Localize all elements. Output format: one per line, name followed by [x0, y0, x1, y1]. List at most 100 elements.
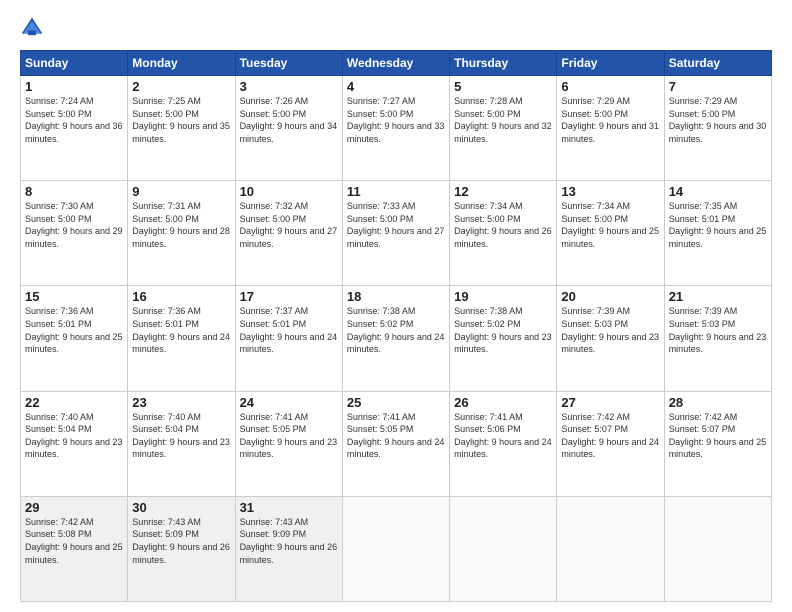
weekday-header: Wednesday	[342, 51, 449, 76]
calendar-cell: 17 Sunrise: 7:37 AMSunset: 5:01 PMDaylig…	[235, 286, 342, 391]
day-number: 18	[347, 289, 445, 304]
day-info: Sunrise: 7:42 AMSunset: 5:07 PMDaylight:…	[561, 412, 659, 460]
calendar-cell: 25 Sunrise: 7:41 AMSunset: 5:05 PMDaylig…	[342, 391, 449, 496]
day-info: Sunrise: 7:41 AMSunset: 5:05 PMDaylight:…	[347, 412, 445, 460]
day-info: Sunrise: 7:42 AMSunset: 5:08 PMDaylight:…	[25, 517, 123, 565]
calendar-cell: 2 Sunrise: 7:25 AMSunset: 5:00 PMDayligh…	[128, 76, 235, 181]
calendar-cell: 11 Sunrise: 7:33 AMSunset: 5:00 PMDaylig…	[342, 181, 449, 286]
day-info: Sunrise: 7:38 AMSunset: 5:02 PMDaylight:…	[347, 306, 445, 354]
calendar-table: SundayMondayTuesdayWednesdayThursdayFrid…	[20, 50, 772, 602]
day-number: 4	[347, 79, 445, 94]
calendar-cell: 23 Sunrise: 7:40 AMSunset: 5:04 PMDaylig…	[128, 391, 235, 496]
calendar-week-row: 15 Sunrise: 7:36 AMSunset: 5:01 PMDaylig…	[21, 286, 772, 391]
day-number: 5	[454, 79, 552, 94]
day-info: Sunrise: 7:31 AMSunset: 5:00 PMDaylight:…	[132, 201, 230, 249]
calendar-cell: 12 Sunrise: 7:34 AMSunset: 5:00 PMDaylig…	[450, 181, 557, 286]
calendar-cell: 29 Sunrise: 7:42 AMSunset: 5:08 PMDaylig…	[21, 496, 128, 601]
calendar-cell: 24 Sunrise: 7:41 AMSunset: 5:05 PMDaylig…	[235, 391, 342, 496]
day-number: 2	[132, 79, 230, 94]
day-info: Sunrise: 7:40 AMSunset: 5:04 PMDaylight:…	[132, 412, 230, 460]
calendar-cell: 1 Sunrise: 7:24 AMSunset: 5:00 PMDayligh…	[21, 76, 128, 181]
day-info: Sunrise: 7:30 AMSunset: 5:00 PMDaylight:…	[25, 201, 123, 249]
day-number: 16	[132, 289, 230, 304]
calendar-cell: 3 Sunrise: 7:26 AMSunset: 5:00 PMDayligh…	[235, 76, 342, 181]
day-info: Sunrise: 7:38 AMSunset: 5:02 PMDaylight:…	[454, 306, 552, 354]
day-number: 8	[25, 184, 123, 199]
header	[20, 16, 772, 40]
day-info: Sunrise: 7:29 AMSunset: 5:00 PMDaylight:…	[561, 96, 659, 144]
weekday-header: Sunday	[21, 51, 128, 76]
calendar-cell	[342, 496, 449, 601]
weekday-header: Thursday	[450, 51, 557, 76]
calendar-week-row: 8 Sunrise: 7:30 AMSunset: 5:00 PMDayligh…	[21, 181, 772, 286]
day-info: Sunrise: 7:28 AMSunset: 5:00 PMDaylight:…	[454, 96, 552, 144]
day-info: Sunrise: 7:34 AMSunset: 5:00 PMDaylight:…	[561, 201, 659, 249]
day-info: Sunrise: 7:39 AMSunset: 5:03 PMDaylight:…	[561, 306, 659, 354]
day-number: 23	[132, 395, 230, 410]
day-number: 10	[240, 184, 338, 199]
day-info: Sunrise: 7:43 AMSunset: 5:09 PMDaylight:…	[132, 517, 230, 565]
day-info: Sunrise: 7:34 AMSunset: 5:00 PMDaylight:…	[454, 201, 552, 249]
day-number: 29	[25, 500, 123, 515]
day-number: 6	[561, 79, 659, 94]
day-info: Sunrise: 7:26 AMSunset: 5:00 PMDaylight:…	[240, 96, 338, 144]
calendar-cell: 9 Sunrise: 7:31 AMSunset: 5:00 PMDayligh…	[128, 181, 235, 286]
day-number: 31	[240, 500, 338, 515]
day-info: Sunrise: 7:42 AMSunset: 5:07 PMDaylight:…	[669, 412, 767, 460]
day-info: Sunrise: 7:27 AMSunset: 5:00 PMDaylight:…	[347, 96, 445, 144]
calendar-cell: 4 Sunrise: 7:27 AMSunset: 5:00 PMDayligh…	[342, 76, 449, 181]
day-number: 30	[132, 500, 230, 515]
weekday-header: Monday	[128, 51, 235, 76]
day-number: 28	[669, 395, 767, 410]
calendar-cell: 27 Sunrise: 7:42 AMSunset: 5:07 PMDaylig…	[557, 391, 664, 496]
calendar-cell	[450, 496, 557, 601]
calendar-cell: 14 Sunrise: 7:35 AMSunset: 5:01 PMDaylig…	[664, 181, 771, 286]
day-info: Sunrise: 7:40 AMSunset: 5:04 PMDaylight:…	[25, 412, 123, 460]
day-number: 15	[25, 289, 123, 304]
day-info: Sunrise: 7:36 AMSunset: 5:01 PMDaylight:…	[25, 306, 123, 354]
day-number: 14	[669, 184, 767, 199]
day-number: 3	[240, 79, 338, 94]
calendar-cell: 16 Sunrise: 7:36 AMSunset: 5:01 PMDaylig…	[128, 286, 235, 391]
day-number: 1	[25, 79, 123, 94]
day-number: 20	[561, 289, 659, 304]
logo	[20, 16, 48, 40]
calendar-cell: 18 Sunrise: 7:38 AMSunset: 5:02 PMDaylig…	[342, 286, 449, 391]
day-info: Sunrise: 7:39 AMSunset: 5:03 PMDaylight:…	[669, 306, 767, 354]
day-number: 19	[454, 289, 552, 304]
day-info: Sunrise: 7:35 AMSunset: 5:01 PMDaylight:…	[669, 201, 767, 249]
calendar-cell: 22 Sunrise: 7:40 AMSunset: 5:04 PMDaylig…	[21, 391, 128, 496]
day-info: Sunrise: 7:36 AMSunset: 5:01 PMDaylight:…	[132, 306, 230, 354]
day-number: 7	[669, 79, 767, 94]
page: SundayMondayTuesdayWednesdayThursdayFrid…	[0, 0, 792, 612]
calendar-cell: 15 Sunrise: 7:36 AMSunset: 5:01 PMDaylig…	[21, 286, 128, 391]
day-info: Sunrise: 7:37 AMSunset: 5:01 PMDaylight:…	[240, 306, 338, 354]
day-number: 17	[240, 289, 338, 304]
calendar-cell: 31 Sunrise: 7:43 AMSunset: 9:09 PMDaylig…	[235, 496, 342, 601]
calendar-cell: 21 Sunrise: 7:39 AMSunset: 5:03 PMDaylig…	[664, 286, 771, 391]
day-info: Sunrise: 7:41 AMSunset: 5:06 PMDaylight:…	[454, 412, 552, 460]
calendar-cell: 8 Sunrise: 7:30 AMSunset: 5:00 PMDayligh…	[21, 181, 128, 286]
day-number: 13	[561, 184, 659, 199]
day-number: 22	[25, 395, 123, 410]
calendar-week-row: 1 Sunrise: 7:24 AMSunset: 5:00 PMDayligh…	[21, 76, 772, 181]
calendar-week-row: 22 Sunrise: 7:40 AMSunset: 5:04 PMDaylig…	[21, 391, 772, 496]
day-number: 27	[561, 395, 659, 410]
day-info: Sunrise: 7:29 AMSunset: 5:00 PMDaylight:…	[669, 96, 767, 144]
day-number: 24	[240, 395, 338, 410]
day-number: 26	[454, 395, 552, 410]
logo-icon	[20, 16, 44, 40]
day-number: 9	[132, 184, 230, 199]
day-info: Sunrise: 7:41 AMSunset: 5:05 PMDaylight:…	[240, 412, 338, 460]
calendar-cell: 6 Sunrise: 7:29 AMSunset: 5:00 PMDayligh…	[557, 76, 664, 181]
calendar-week-row: 29 Sunrise: 7:42 AMSunset: 5:08 PMDaylig…	[21, 496, 772, 601]
day-info: Sunrise: 7:32 AMSunset: 5:00 PMDaylight:…	[240, 201, 338, 249]
day-info: Sunrise: 7:43 AMSunset: 9:09 PMDaylight:…	[240, 517, 338, 565]
calendar-cell: 10 Sunrise: 7:32 AMSunset: 5:00 PMDaylig…	[235, 181, 342, 286]
day-number: 25	[347, 395, 445, 410]
weekday-header: Saturday	[664, 51, 771, 76]
calendar-cell: 28 Sunrise: 7:42 AMSunset: 5:07 PMDaylig…	[664, 391, 771, 496]
calendar-cell: 13 Sunrise: 7:34 AMSunset: 5:00 PMDaylig…	[557, 181, 664, 286]
calendar-cell: 19 Sunrise: 7:38 AMSunset: 5:02 PMDaylig…	[450, 286, 557, 391]
day-number: 21	[669, 289, 767, 304]
